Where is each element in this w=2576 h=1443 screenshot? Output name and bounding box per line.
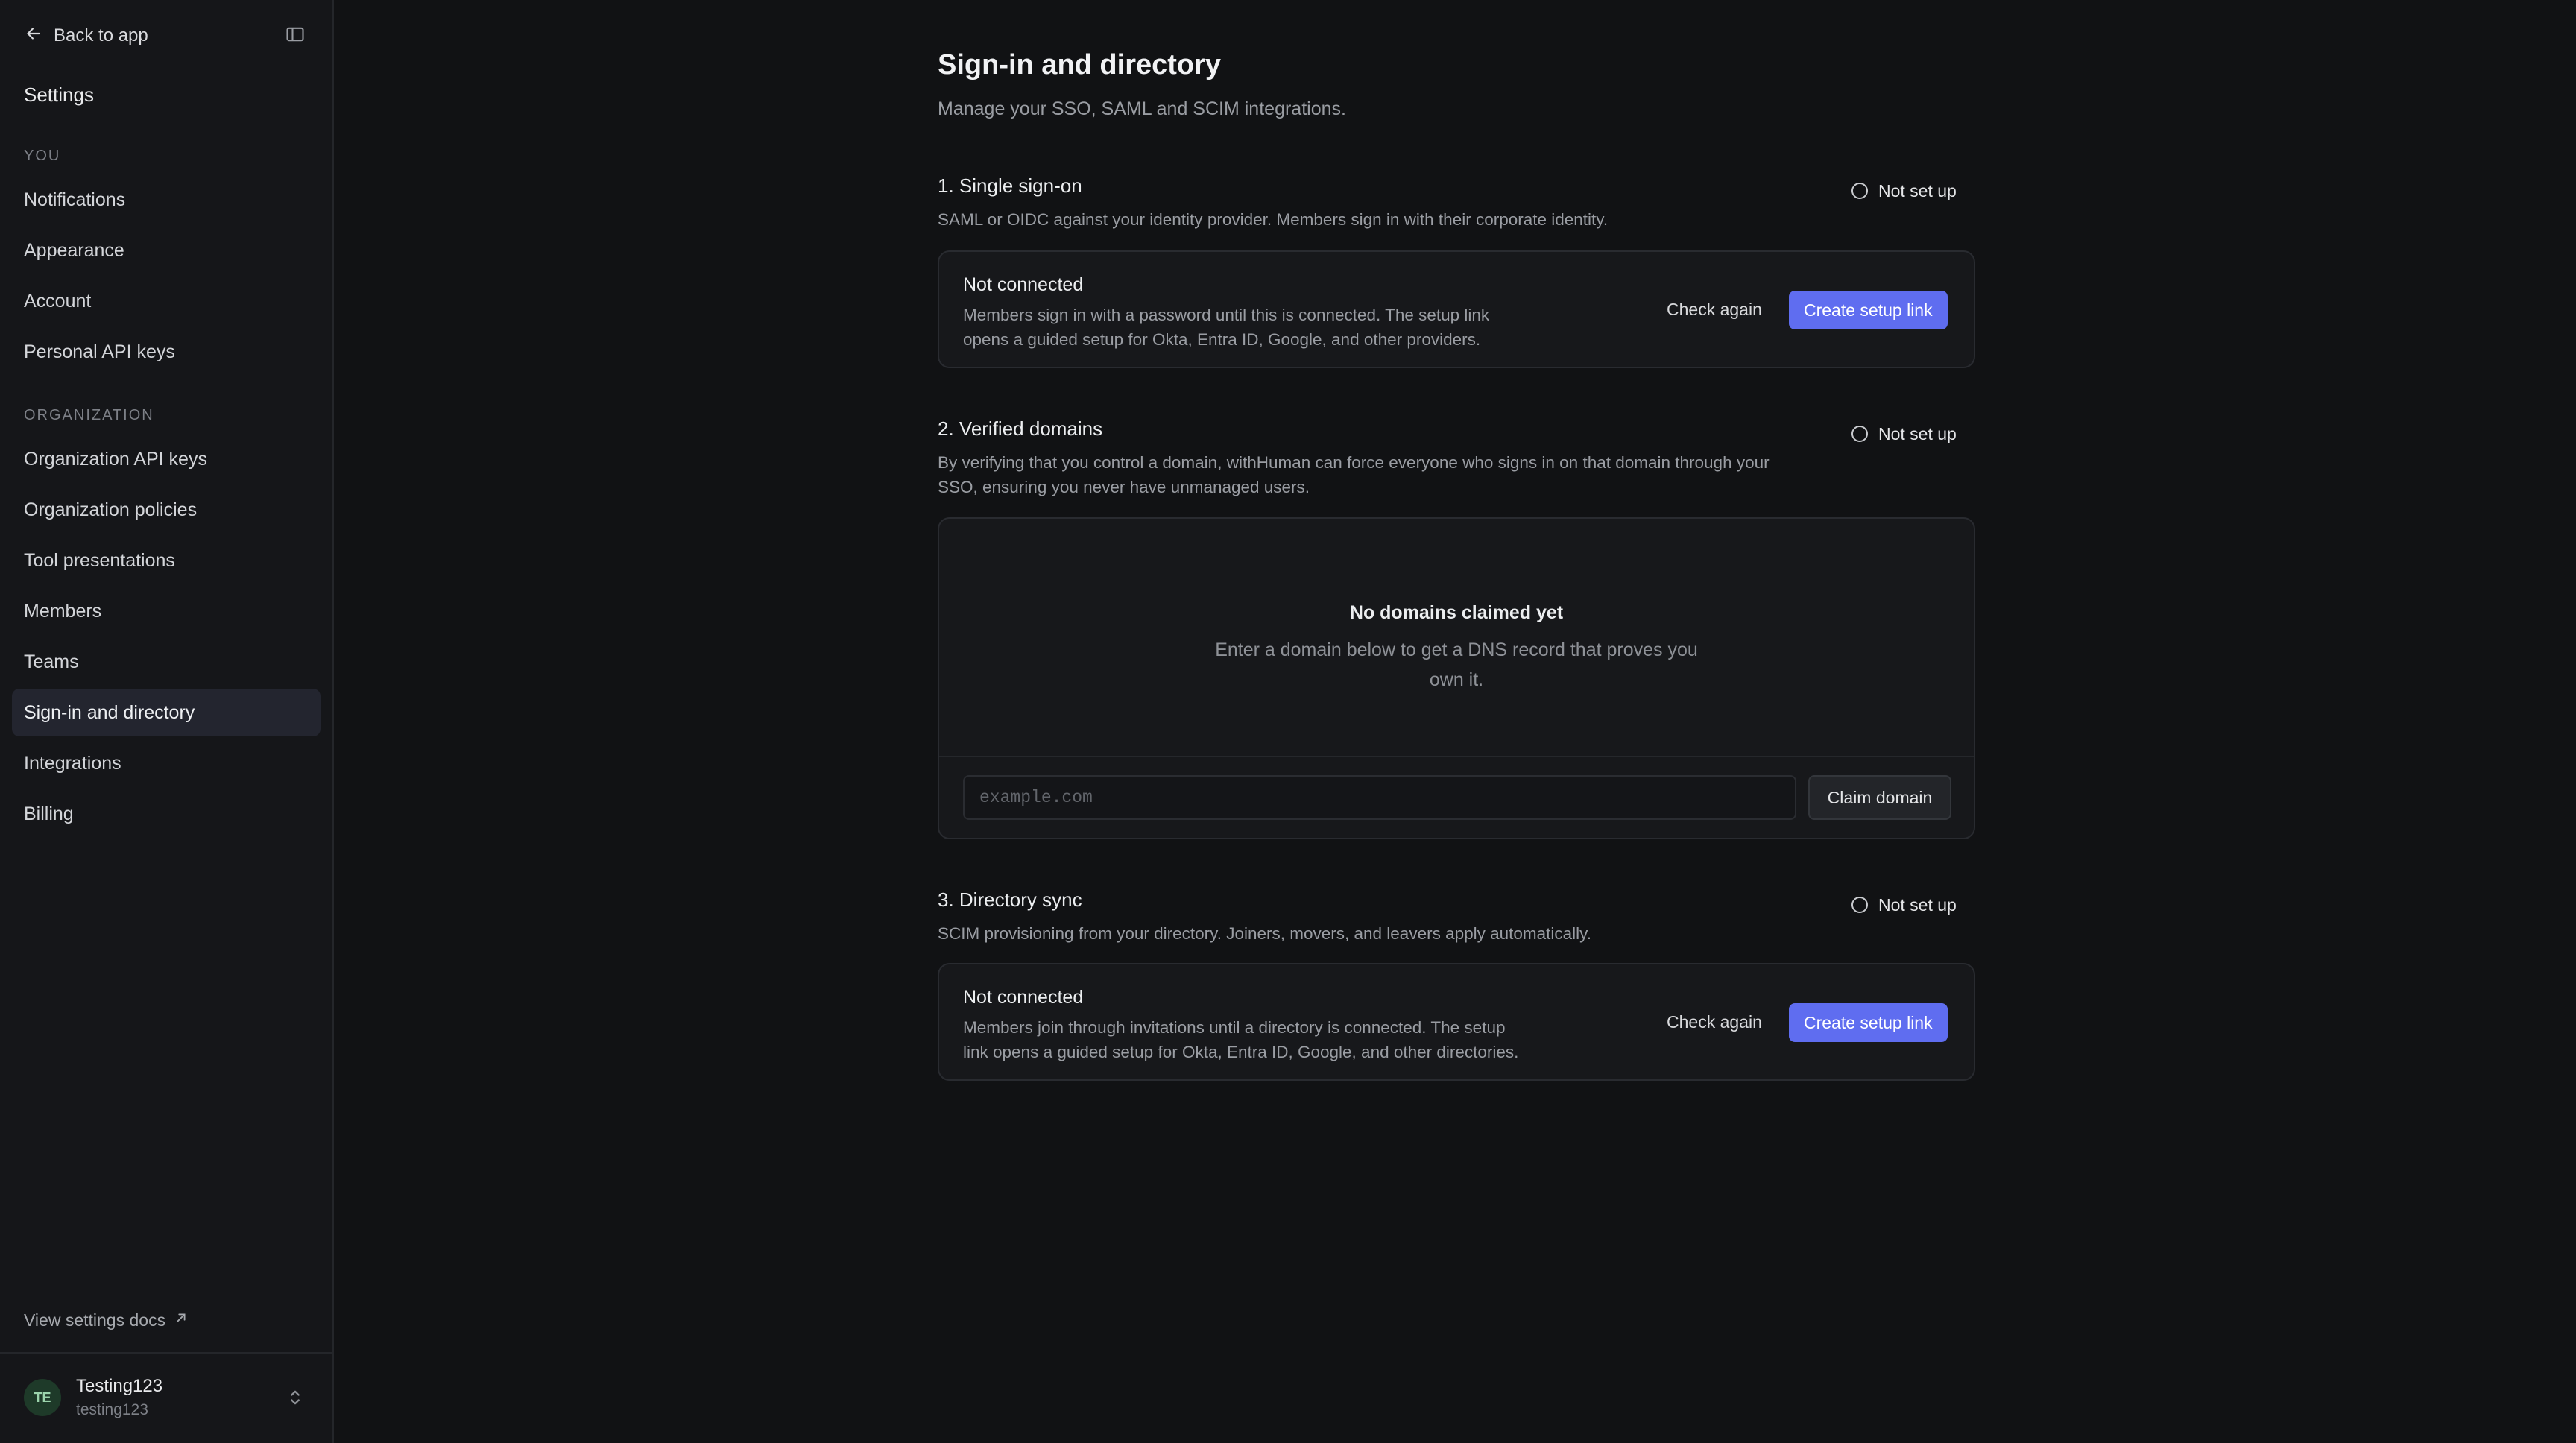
app-root: Back to app Settings You Notifications A… — [0, 0, 2576, 1443]
domains-status-label: Not set up — [1878, 423, 1957, 443]
page-title: Sign-in and directory — [938, 49, 1222, 80]
sso-check-again-button[interactable]: Check again — [1653, 291, 1775, 328]
domains-empty-title: No domains claimed yet — [1349, 602, 1564, 623]
chevron-up-down-icon — [285, 1386, 306, 1409]
settings-docs-link[interactable]: View settings docs — [24, 1309, 189, 1331]
user-handle: testing123 — [76, 1401, 148, 1418]
sso-card-body: Members sign in with a password until th… — [963, 306, 1490, 349]
arrow-left-icon — [24, 24, 43, 48]
directory-create-setup-link-button[interactable]: Create setup link — [1789, 1003, 1948, 1042]
sso-heading: 1. Single sign-on — [938, 174, 1082, 197]
sidebar-title: Settings — [24, 83, 94, 106]
directory-status: Not set up — [1852, 893, 1957, 917]
sso-card-title: Not connected — [963, 274, 1084, 295]
domains-heading: 2. Verified domains — [938, 417, 1103, 440]
domains-status: Not set up — [1852, 422, 1957, 446]
page-subtitle: Manage your SSO, SAML and SCIM integrati… — [938, 98, 1346, 119]
claim-domain-button[interactable]: Claim domain — [1808, 775, 1951, 820]
section-label-you: You — [24, 148, 61, 164]
sidebar-divider — [0, 1352, 332, 1354]
sso-card: Not connected Members sign in with a pas… — [938, 250, 1975, 368]
empty-circle-icon — [1852, 426, 1868, 442]
directory-status-label: Not set up — [1878, 894, 1957, 915]
sidebar-item-account[interactable]: Account — [12, 277, 321, 325]
domains-empty-body: Enter a domain below to get a DNS record… — [1215, 640, 1698, 690]
back-to-app-link[interactable]: Back to app — [24, 22, 148, 49]
settings-sidebar: Back to app Settings You Notifications A… — [0, 0, 334, 1443]
sidebar-item-personal-api-keys[interactable]: Personal API keys — [12, 328, 321, 376]
external-link-icon — [173, 1310, 189, 1330]
empty-circle-icon — [1852, 897, 1868, 913]
sidebar-toggle-icon — [285, 24, 306, 48]
sidebar-item-appearance[interactable]: Appearance — [12, 227, 321, 274]
back-to-app-label: Back to app — [54, 25, 148, 45]
settings-docs-label: View settings docs — [24, 1310, 166, 1330]
directory-card-title: Not connected — [963, 987, 1084, 1008]
domains-description: By verifying that you control a domain, … — [938, 453, 1770, 496]
empty-circle-icon — [1852, 183, 1868, 199]
sidebar-item-sign-in-and-directory[interactable]: Sign-in and directory — [12, 689, 321, 736]
sso-description: SAML or OIDC against your identity provi… — [938, 210, 1609, 229]
directory-card: Not connected Members join through invit… — [938, 963, 1975, 1081]
directory-check-again-button[interactable]: Check again — [1653, 1003, 1775, 1041]
sidebar-item-members[interactable]: Members — [12, 587, 321, 635]
user-menu[interactable]: TE Testing123 testing123 — [12, 1365, 321, 1430]
sso-status-label: Not set up — [1878, 180, 1957, 200]
sso-create-setup-link-button[interactable]: Create setup link — [1789, 291, 1948, 329]
sidebar-toggle-button[interactable] — [283, 24, 307, 48]
section-label-organization: Organization — [24, 407, 154, 423]
sidebar-item-organization-policies[interactable]: Organization policies — [12, 486, 321, 534]
sidebar-item-teams[interactable]: Teams — [12, 638, 321, 686]
sidebar-item-billing[interactable]: Billing — [12, 790, 321, 838]
directory-description: SCIM provisioning from your directory. J… — [938, 924, 1592, 943]
sidebar-item-tool-presentations[interactable]: Tool presentations — [12, 537, 321, 584]
domains-card: No domains claimed yet Enter a domain be… — [938, 517, 1975, 839]
sidebar-item-organization-api-keys[interactable]: Organization API keys — [12, 435, 321, 483]
sidebar-item-notifications[interactable]: Notifications — [12, 176, 321, 224]
sidebar-item-integrations[interactable]: Integrations — [12, 739, 321, 787]
sso-status: Not set up — [1852, 179, 1957, 203]
directory-card-body: Members join through invitations until a… — [963, 1018, 1519, 1061]
avatar: TE — [24, 1379, 61, 1416]
user-name: Testing123 — [76, 1376, 163, 1396]
domain-input[interactable] — [963, 775, 1796, 820]
domains-card-divider — [939, 756, 1974, 757]
directory-heading: 3. Directory sync — [938, 888, 1082, 911]
